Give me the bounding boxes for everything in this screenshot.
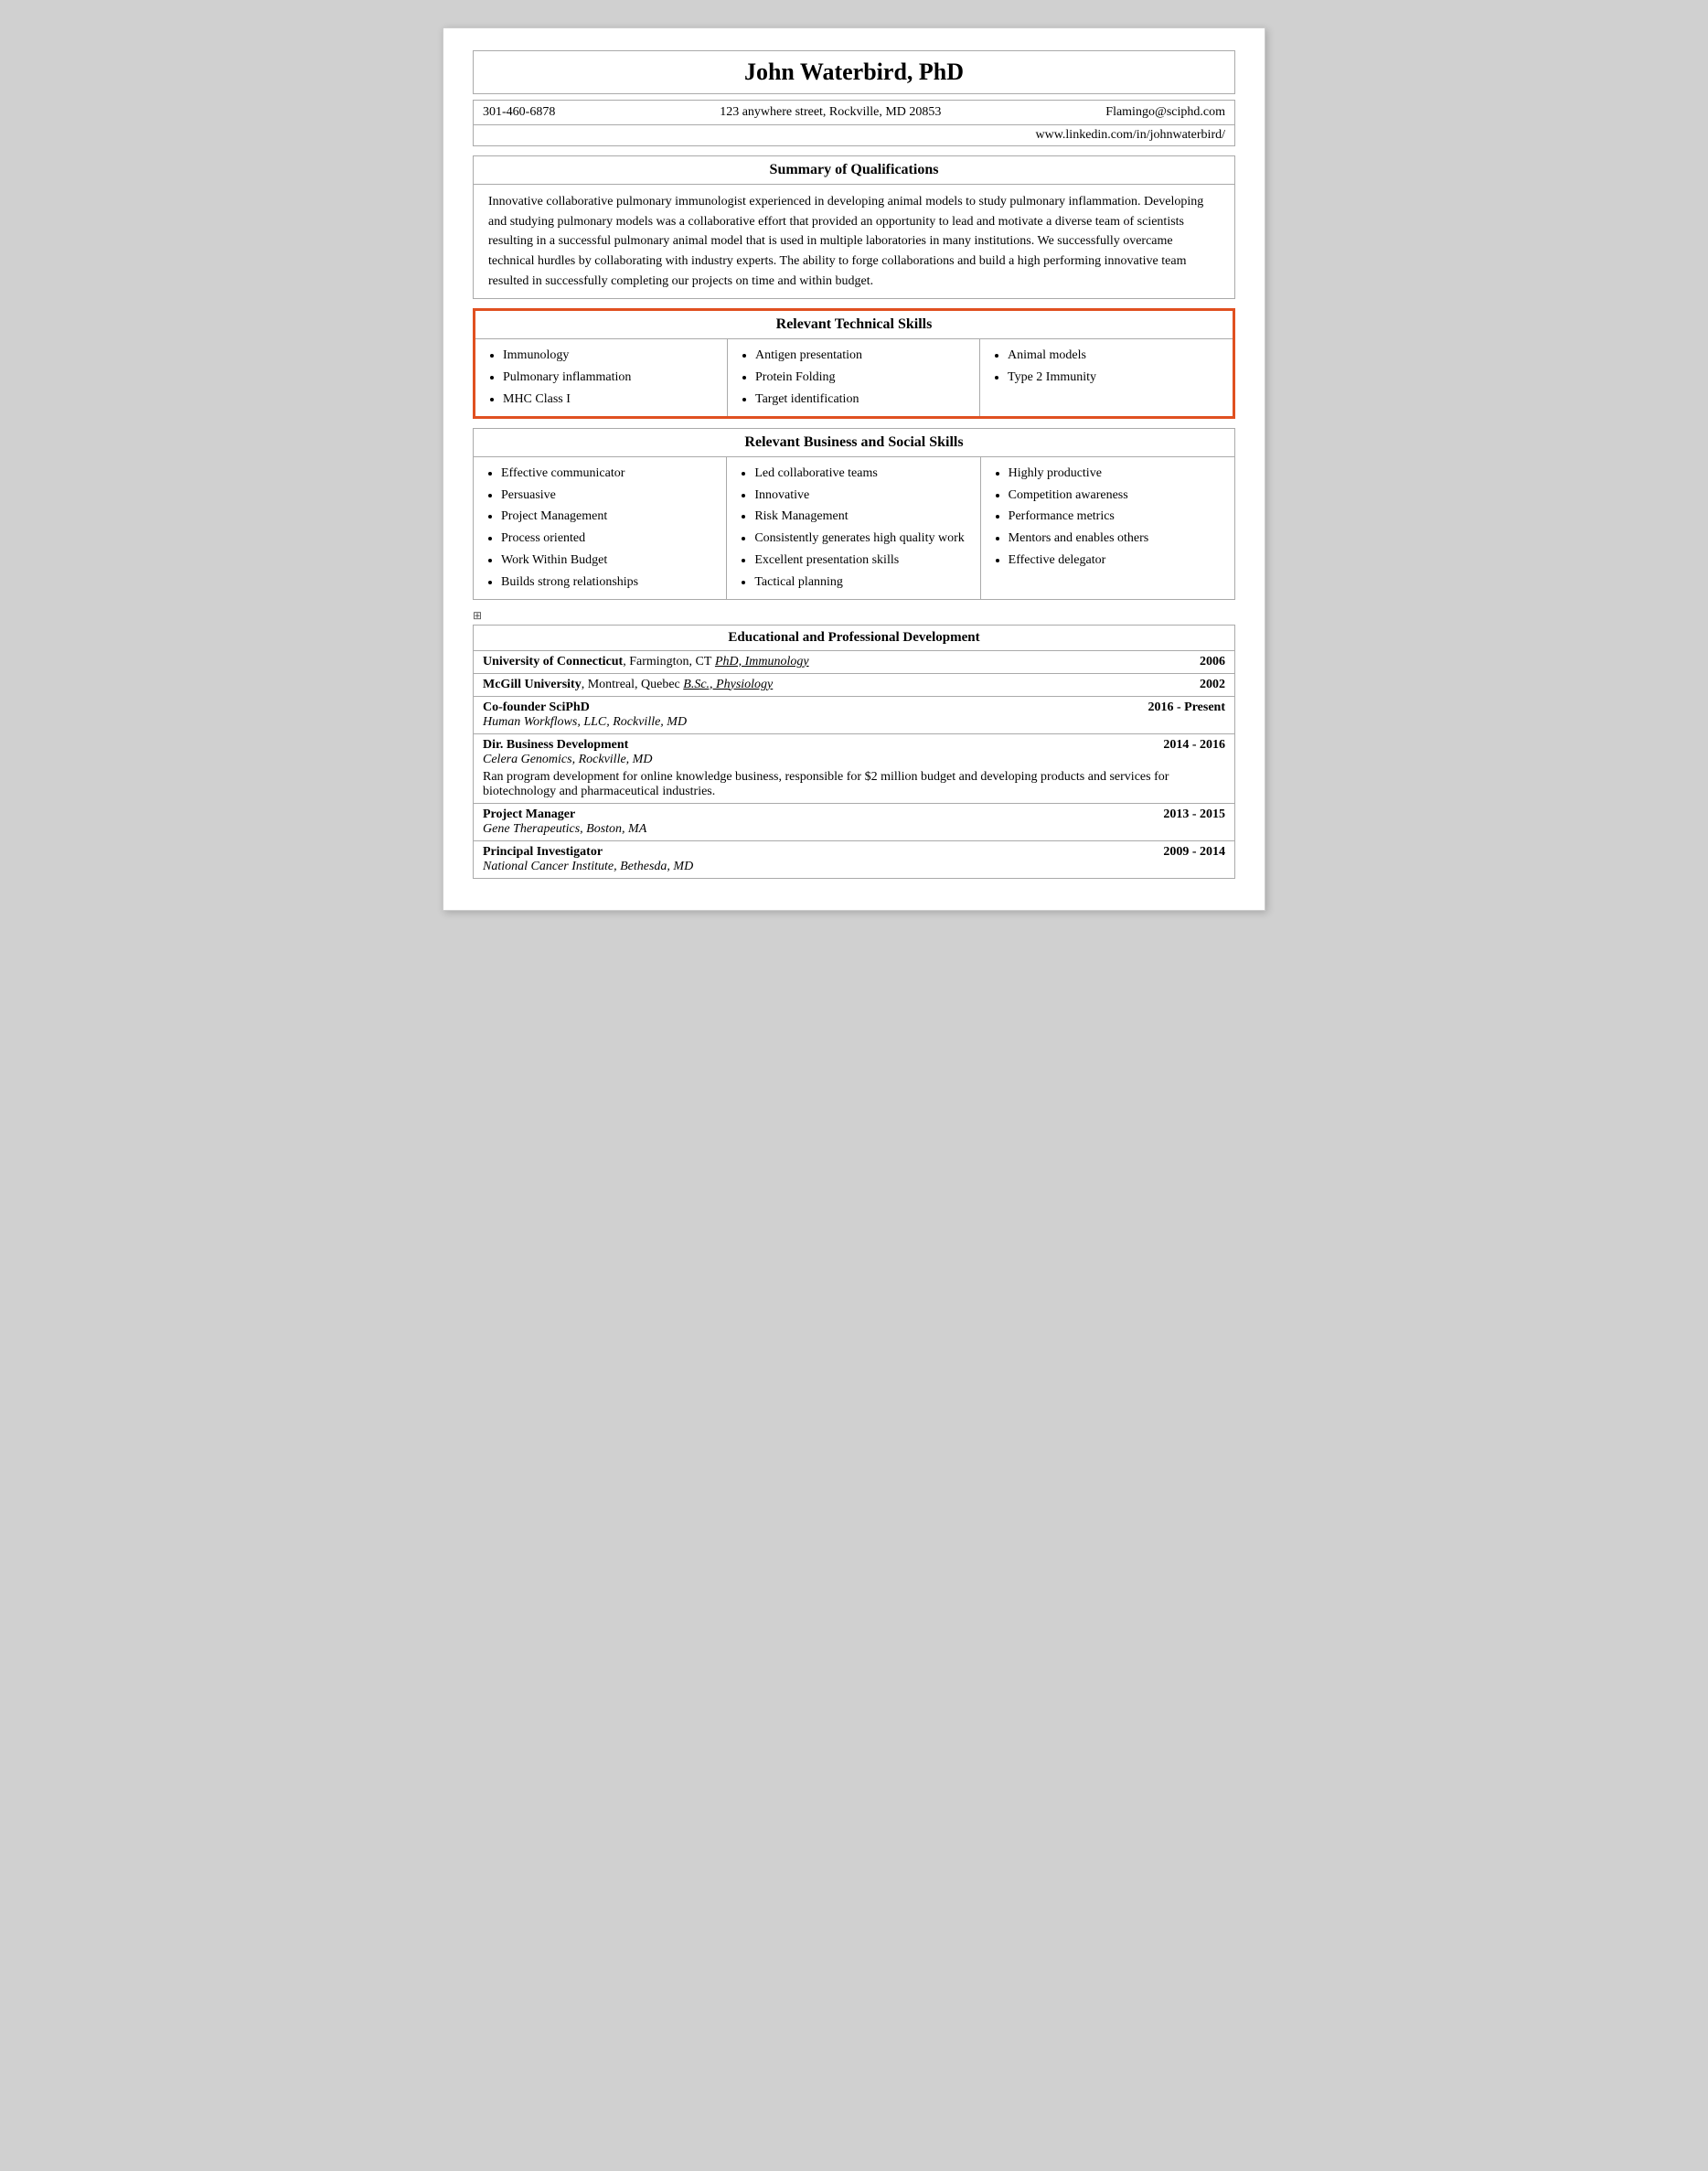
degree: PhD, Immunology (715, 655, 809, 668)
header-name: John Waterbird, PhD (473, 50, 1235, 94)
job-description: Ran program development for online knowl… (483, 770, 1225, 799)
edu-row-bizdev: Dir. Business Development 2014 - 2016 Ce… (474, 733, 1234, 803)
contact-row: 301-460-6878 123 anywhere street, Rockvi… (473, 100, 1235, 124)
job-title: Co-founder SciPhD (483, 700, 590, 715)
job-org: Gene Therapeutics, Boston, MA (483, 822, 1225, 837)
list-item: Pulmonary inflammation (503, 367, 716, 389)
edu-row-header: Principal Investigator 2009 - 2014 (483, 845, 1225, 860)
business-list-2: Led collaborative teams Innovative Risk … (738, 463, 968, 594)
technical-col-3: Animal models Type 2 Immunity (980, 339, 1233, 415)
edu-row-pm: Project Manager 2013 - 2015 Gene Therape… (474, 803, 1234, 840)
list-item: Antigen presentation (755, 345, 968, 367)
list-item: Animal models (1008, 345, 1222, 367)
institution-name: University of Connecticut (483, 655, 623, 668)
technical-list-1: Immunology Pulmonary inflammation MHC Cl… (486, 345, 716, 410)
list-item: Competition awareness (1009, 485, 1223, 507)
business-col-3: Highly productive Competition awareness … (981, 457, 1234, 599)
list-item: Process oriented (501, 528, 715, 550)
summary-title: Summary of Qualifications (474, 156, 1234, 185)
technical-list-2: Antigen presentation Protein Folding Tar… (739, 345, 968, 410)
edu-row-pi: Principal Investigator 2009 - 2014 Natio… (474, 840, 1234, 878)
education-section: ⊞ Educational and Professional Developme… (473, 609, 1235, 879)
list-item: Innovative (754, 485, 968, 507)
list-item: Tactical planning (754, 572, 968, 594)
list-item: Consistently generates high quality work (754, 528, 968, 550)
edu-row-header: Dir. Business Development 2014 - 2016 (483, 738, 1225, 753)
list-item: Protein Folding (755, 367, 968, 389)
resume-page: John Waterbird, PhD 301-460-6878 123 any… (443, 27, 1265, 911)
list-item: MHC Class I (503, 389, 716, 411)
job-org: Celera Genomics, Rockville, MD (483, 753, 1225, 767)
list-item: Builds strong relationships (501, 572, 715, 594)
year: 2013 - 2015 (1163, 807, 1225, 822)
business-col-2: Led collaborative teams Innovative Risk … (727, 457, 980, 599)
business-skills-title: Relevant Business and Social Skills (474, 429, 1234, 457)
technical-skills-title: Relevant Technical Skills (475, 311, 1233, 339)
summary-body: Innovative collaborative pulmonary immun… (474, 185, 1234, 298)
list-item: Excellent presentation skills (754, 550, 968, 572)
edu-row-mcgill: McGill University, Montreal, Quebec B.Sc… (474, 673, 1234, 696)
edu-row-header: Project Manager 2013 - 2015 (483, 807, 1225, 822)
linkedin-row: www.linkedin.com/in/johnwaterbird/ (473, 124, 1235, 146)
year: 2014 - 2016 (1163, 738, 1225, 753)
edu-row-uconn: University of Connecticut, Farmington, C… (474, 650, 1234, 673)
list-item: Persuasive (501, 485, 715, 507)
list-item: Type 2 Immunity (1008, 367, 1222, 389)
year: 2002 (1200, 678, 1225, 692)
email: Flamingo@sciphd.com (1105, 105, 1225, 120)
job-org: National Cancer Institute, Bethesda, MD (483, 860, 1225, 874)
technical-list-3: Animal models Type 2 Immunity (991, 345, 1222, 389)
expand-icon: ⊞ (473, 609, 1235, 623)
year: 2009 - 2014 (1163, 845, 1225, 860)
business-skills-section: Relevant Business and Social Skills Effe… (473, 428, 1235, 600)
phone: 301-460-6878 (483, 105, 555, 120)
job-org: Human Workflows, LLC, Rockville, MD (483, 715, 1225, 730)
list-item: Performance metrics (1009, 506, 1223, 528)
location: , Montreal, Quebec (582, 678, 684, 691)
edu-row-header: Co-founder SciPhD 2016 - Present (483, 700, 1225, 715)
business-list-3: Highly productive Competition awareness … (992, 463, 1223, 572)
list-item: Effective delegator (1009, 550, 1223, 572)
list-item: Led collaborative teams (754, 463, 968, 485)
education-title: Educational and Professional Development (474, 626, 1234, 650)
year: 2006 (1200, 655, 1225, 669)
education-wrapper: Educational and Professional Development… (473, 625, 1235, 879)
year: 2016 - Present (1148, 700, 1226, 715)
edu-main-uconn: University of Connecticut, Farmington, C… (483, 655, 809, 669)
list-item: Highly productive (1009, 463, 1223, 485)
edu-main-mcgill: McGill University, Montreal, Quebec B.Sc… (483, 678, 773, 692)
list-item: Risk Management (754, 506, 968, 528)
list-item: Target identification (755, 389, 968, 411)
technical-skills-grid: Immunology Pulmonary inflammation MHC Cl… (475, 339, 1233, 415)
address: 123 anywhere street, Rockville, MD 20853 (720, 105, 941, 120)
summary-section: Summary of Qualifications Innovative col… (473, 155, 1235, 299)
degree: B.Sc., Physiology (683, 678, 773, 691)
job-title: Dir. Business Development (483, 738, 628, 753)
job-title: Project Manager (483, 807, 575, 822)
technical-skills-section: Relevant Technical Skills Immunology Pul… (473, 308, 1235, 418)
institution-name: McGill University (483, 678, 582, 691)
technical-col-1: Immunology Pulmonary inflammation MHC Cl… (475, 339, 728, 415)
list-item: Project Management (501, 506, 715, 528)
business-col-1: Effective communicator Persuasive Projec… (474, 457, 727, 599)
edu-row-sciphd: Co-founder SciPhD 2016 - Present Human W… (474, 696, 1234, 733)
business-list-1: Effective communicator Persuasive Projec… (485, 463, 715, 594)
business-skills-grid: Effective communicator Persuasive Projec… (474, 457, 1234, 599)
list-item: Immunology (503, 345, 716, 367)
location: , Farmington, CT (623, 655, 715, 668)
technical-col-2: Antigen presentation Protein Folding Tar… (728, 339, 980, 415)
list-item: Effective communicator (501, 463, 715, 485)
list-item: Work Within Budget (501, 550, 715, 572)
job-title: Principal Investigator (483, 845, 603, 860)
list-item: Mentors and enables others (1009, 528, 1223, 550)
